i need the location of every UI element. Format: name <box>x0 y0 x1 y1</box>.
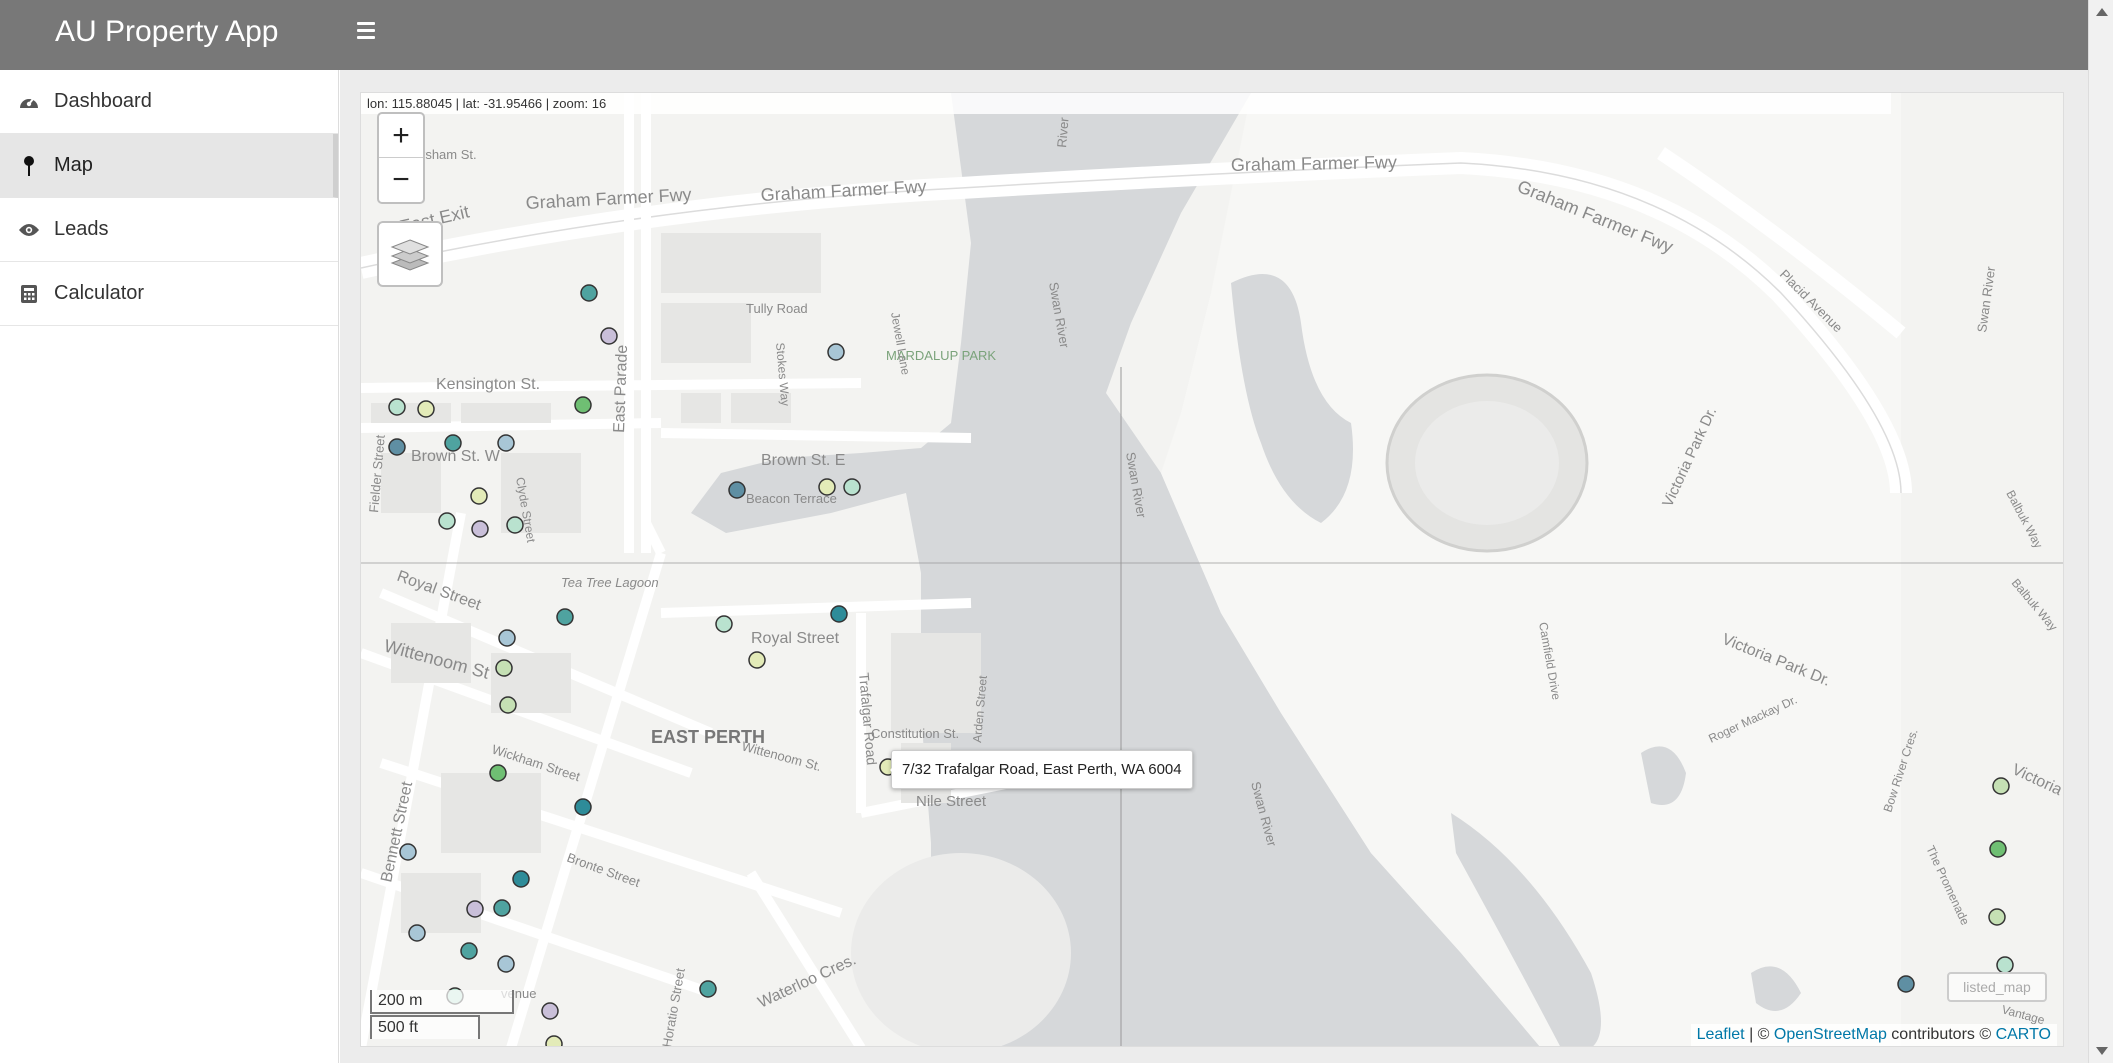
attribution-text: contributors © <box>1886 1026 1996 1043</box>
eye-icon <box>16 217 42 243</box>
zoom-out-button[interactable]: − <box>379 158 423 202</box>
sidebar-item-label: Leads <box>54 218 109 240</box>
sidebar-item-leads[interactable]: Leads <box>0 198 338 262</box>
property-marker[interactable] <box>466 900 484 918</box>
attribution-separator: | © <box>1744 1026 1774 1043</box>
carto-link[interactable]: CARTO <box>1996 1026 2051 1043</box>
property-marker[interactable] <box>399 843 417 861</box>
property-marker[interactable] <box>512 870 530 888</box>
dashboard-icon <box>16 89 42 115</box>
property-marker[interactable] <box>1897 975 1915 993</box>
zoom-in-button[interactable]: + <box>379 114 423 158</box>
property-marker[interactable] <box>827 343 845 361</box>
scale-metric: 200 m <box>370 990 514 1014</box>
label-royal-street: Royal Street <box>751 630 840 647</box>
sidebar-item-dashboard[interactable]: Dashboard <box>0 70 338 134</box>
property-marker[interactable] <box>498 629 516 647</box>
label-kensington-st: Kensington St. <box>436 376 540 393</box>
property-marker[interactable] <box>545 1035 563 1047</box>
property-marker[interactable] <box>574 798 592 816</box>
label-east-perth: EAST PERTH <box>651 727 765 747</box>
property-marker[interactable] <box>497 434 515 452</box>
openstreetmap-link[interactable]: OpenStreetMap <box>1774 1026 1887 1043</box>
label-ursham-st: rsham St. <box>421 147 477 162</box>
scroll-up-icon[interactable] <box>2096 8 2108 16</box>
property-marker[interactable] <box>556 608 574 626</box>
property-marker[interactable] <box>1996 956 2014 974</box>
page-scrollbar[interactable] <box>2088 0 2113 1063</box>
scroll-down-icon[interactable] <box>2096 1047 2108 1055</box>
coordinate-readout: lon: 115.88045 | lat: -31.95466 | zoom: … <box>361 93 1891 114</box>
property-marker[interactable] <box>471 520 489 538</box>
property-marker[interactable] <box>460 942 478 960</box>
property-marker[interactable] <box>493 899 511 917</box>
app-title: AU Property App <box>55 15 279 48</box>
zoom-control: + − <box>377 112 425 204</box>
property-marker[interactable] <box>748 651 766 669</box>
sidebar: Dashboard Map Leads Calculator <box>0 70 339 1063</box>
sidebar-item-calculator[interactable]: Calculator <box>0 262 338 326</box>
property-marker[interactable] <box>818 478 836 496</box>
sidebar-item-label: Calculator <box>54 282 145 304</box>
map-pin-icon <box>16 153 42 179</box>
property-marker[interactable] <box>830 605 848 623</box>
property-marker[interactable] <box>574 396 592 414</box>
layers-button[interactable] <box>377 221 443 287</box>
property-marker[interactable] <box>506 516 524 534</box>
property-marker[interactable] <box>497 955 515 973</box>
label-graham-farmer-fwy: Graham Farmer Fwy <box>1231 152 1397 175</box>
label-tea-tree-lagoon: Tea Tree Lagoon <box>561 575 659 590</box>
property-marker[interactable] <box>388 398 406 416</box>
main-content: Graham Farmer Fwy Graham Farmer Fwy Grah… <box>340 70 2088 1063</box>
property-marker[interactable] <box>495 659 513 677</box>
property-marker[interactable] <box>715 615 733 633</box>
menu-toggle-icon[interactable] <box>357 18 383 48</box>
property-marker[interactable] <box>580 284 598 302</box>
label-east-parade: East Parade <box>611 344 631 433</box>
property-marker[interactable] <box>388 438 406 456</box>
layers-icon <box>390 239 430 271</box>
layer-name-badge: listed_map <box>1947 972 2047 1002</box>
property-marker[interactable] <box>470 487 488 505</box>
sidebar-item-label: Map <box>54 154 93 176</box>
sidebar-item-label: Dashboard <box>54 90 152 112</box>
map[interactable]: Graham Farmer Fwy Graham Farmer Fwy Grah… <box>360 92 2064 1047</box>
label-brown-st-e: Brown St. E <box>761 452 845 469</box>
property-marker[interactable] <box>417 400 435 418</box>
property-marker[interactable] <box>843 478 861 496</box>
property-marker[interactable] <box>541 1002 559 1020</box>
property-marker[interactable] <box>1992 777 2010 795</box>
scale-imperial: 500 ft <box>370 1015 480 1039</box>
property-marker[interactable] <box>438 512 456 530</box>
label-river: River <box>1054 116 1072 148</box>
property-marker[interactable] <box>444 434 462 452</box>
property-marker[interactable] <box>600 327 618 345</box>
property-marker[interactable] <box>499 696 517 714</box>
property-marker[interactable] <box>408 924 426 942</box>
property-marker[interactable] <box>489 764 507 782</box>
property-marker[interactable] <box>1988 908 2006 926</box>
property-marker[interactable] <box>699 980 717 998</box>
map-tiles: Graham Farmer Fwy Graham Farmer Fwy Grah… <box>361 93 2063 1047</box>
label-constitution-st: Constitution St. <box>871 726 959 741</box>
property-marker[interactable] <box>1989 840 2007 858</box>
map-attribution: Leaflet | © OpenStreetMap contributors ©… <box>1690 1024 2057 1046</box>
top-bar: AU Property App <box>0 0 2088 70</box>
label-tully-road: Tully Road <box>746 301 808 316</box>
label-nile-street: Nile Street <box>916 793 987 810</box>
leaflet-link[interactable]: Leaflet <box>1697 1026 1745 1043</box>
property-marker[interactable] <box>728 481 746 499</box>
property-tooltip: 7/32 Trafalgar Road, East Perth, WA 6004 <box>890 750 1193 789</box>
calculator-icon <box>16 281 42 307</box>
sidebar-item-map[interactable]: Map <box>0 134 338 198</box>
